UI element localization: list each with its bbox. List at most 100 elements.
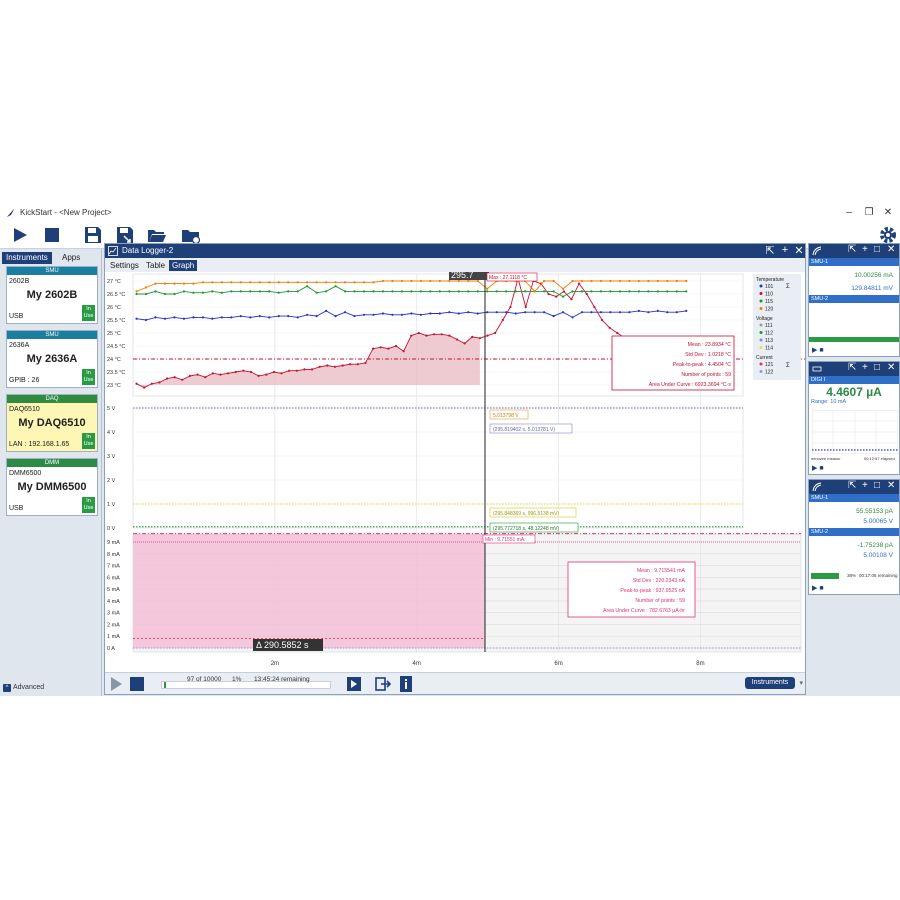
popout-icon[interactable]: ⇱	[848, 244, 856, 255]
temperature-stat: Peak-to-peak : 4.4504 °C	[673, 362, 732, 368]
current-stat: Peak-to-peak : 937.9525 nA	[620, 588, 685, 594]
close-icon[interactable]: ✕	[887, 480, 895, 491]
series-point	[656, 309, 659, 312]
digi-run-controls[interactable]: ▶ ■	[812, 464, 824, 472]
series-point	[656, 279, 659, 283]
data-logger-header: Data Logger-2 ⇱ + ✕	[105, 244, 805, 258]
tab-apps[interactable]: Apps	[58, 252, 84, 264]
digi-elapsed: 00:12:57 elapsed	[864, 456, 895, 461]
series-point	[448, 334, 451, 337]
digi-tag: minovee measur	[811, 456, 841, 461]
series-point	[258, 290, 261, 293]
series-point	[135, 292, 138, 296]
maximize-icon[interactable]: □	[874, 362, 880, 373]
series-point	[533, 311, 536, 314]
series-point	[356, 363, 359, 366]
open-folder-icon[interactable]	[147, 225, 167, 245]
smu-1-label: SMU-1	[809, 258, 899, 266]
digi-label: DIGI I	[809, 376, 899, 384]
close-icon[interactable]: ✕	[887, 362, 895, 373]
smu-panel-1-header: ⇱ + □ ✕	[809, 244, 899, 258]
add-icon[interactable]: +	[862, 480, 868, 491]
popout-icon[interactable]: ⇱	[848, 362, 856, 373]
series-point	[571, 316, 574, 319]
save-as-icon[interactable]	[115, 225, 135, 245]
legend-entry: 111	[765, 323, 773, 329]
x-tick-label: 6m	[554, 661, 562, 667]
stop-icon[interactable]	[42, 225, 62, 245]
smu-1-label: SMU-1	[809, 494, 899, 502]
add-icon[interactable]: +	[862, 362, 868, 373]
close-window-icon[interactable]: ✕	[882, 207, 894, 218]
smu-2-run-controls[interactable]: ▶ ■	[812, 584, 824, 592]
temperature-tick-label: 26.5 °C	[107, 292, 125, 298]
in-use-badge: In Use	[82, 305, 95, 321]
series-point	[448, 279, 451, 283]
tab-instruments[interactable]: Instruments	[2, 252, 52, 264]
temperature-tick-label: 24.5 °C	[107, 344, 125, 350]
info-icon[interactable]	[400, 676, 412, 692]
current-tick-label: 7 mA	[107, 564, 120, 570]
smu-1-run-controls[interactable]: ▶ ■	[812, 346, 824, 354]
data-logger-chart[interactable]: 2m 4m 6m 8m 27 °C 26.5 °C 26 °C 25.5 °C 25 °C 24.…	[105, 272, 805, 672]
advanced-toggle[interactable]: ^ Advanced	[3, 684, 44, 692]
instruments-button[interactable]: Instruments	[745, 677, 795, 689]
card-connection: USB	[9, 505, 24, 512]
close-icon[interactable]: ✕	[887, 244, 895, 255]
series-point	[334, 285, 337, 288]
series-point	[196, 373, 199, 376]
settings-gear-icon[interactable]	[878, 225, 898, 245]
instrument-card[interactable]: DMM DMM6500 My DMM6500 USB In Use	[6, 458, 98, 516]
series-point	[561, 311, 565, 314]
series-point	[315, 291, 318, 294]
series-point	[234, 370, 237, 374]
step-icon[interactable]	[347, 677, 361, 691]
series-point	[486, 311, 489, 314]
tab-settings[interactable]: Settings	[107, 260, 142, 271]
current-tick-label: 0 A	[107, 646, 115, 652]
series-point	[618, 311, 622, 314]
temperature-tick-label: 23.5 °C	[107, 370, 125, 376]
series-point	[675, 311, 678, 314]
series-point	[220, 281, 223, 284]
add-icon[interactable]: +	[778, 244, 792, 256]
save-icon[interactable]	[83, 225, 103, 245]
instrument-card[interactable]: SMU 2602B My 2602B USB In Use	[6, 266, 98, 324]
project-folder-icon[interactable]	[181, 225, 201, 245]
close-icon[interactable]: ✕	[792, 244, 806, 257]
series-point	[571, 279, 574, 283]
current-tick-label: 8 mA	[107, 552, 120, 558]
series-point	[173, 316, 176, 319]
add-icon[interactable]: +	[862, 244, 868, 255]
series-point	[542, 290, 546, 293]
restore-icon[interactable]: ❐	[863, 207, 875, 218]
stop-logging-icon[interactable]	[129, 676, 145, 692]
play-icon[interactable]	[109, 676, 123, 692]
series-point	[675, 290, 678, 293]
tab-graph[interactable]: Graph	[169, 260, 198, 271]
series-point	[400, 313, 404, 316]
maximize-icon[interactable]: □	[874, 480, 880, 491]
instrument-card[interactable]: SMU 2636A My 2636A GPIB : 26 In Use	[6, 330, 98, 388]
export-icon[interactable]	[375, 676, 391, 692]
chevron-down-icon[interactable]: ▾	[799, 679, 803, 687]
series-point	[182, 290, 186, 293]
instruments-panel: Instruments Apps SMU 2602B My 2602B USB In U…	[0, 249, 102, 696]
series-point	[433, 333, 436, 336]
popout-icon[interactable]: ⇱	[848, 480, 856, 491]
current-stat: Number of points : 59	[635, 598, 685, 604]
popout-icon[interactable]: ⇱	[763, 244, 777, 257]
current-stat: Mean : 9.715541 mA	[637, 568, 686, 574]
series-point	[647, 311, 650, 314]
run-icon[interactable]	[10, 225, 30, 245]
series-point	[144, 286, 148, 289]
minimize-icon[interactable]: –	[843, 207, 855, 218]
tab-table[interactable]: Table	[143, 260, 168, 271]
series-point	[471, 335, 474, 338]
legend-marker	[759, 370, 763, 373]
series-point	[144, 318, 148, 322]
maximize-icon[interactable]: □	[874, 244, 880, 255]
current-tick-label: 3 mA	[107, 611, 120, 617]
series-point	[666, 311, 669, 314]
instrument-card[interactable]: DAQ DAQ6510 My DAQ6510 LAN : 192.168.1.65 In…	[6, 394, 98, 452]
